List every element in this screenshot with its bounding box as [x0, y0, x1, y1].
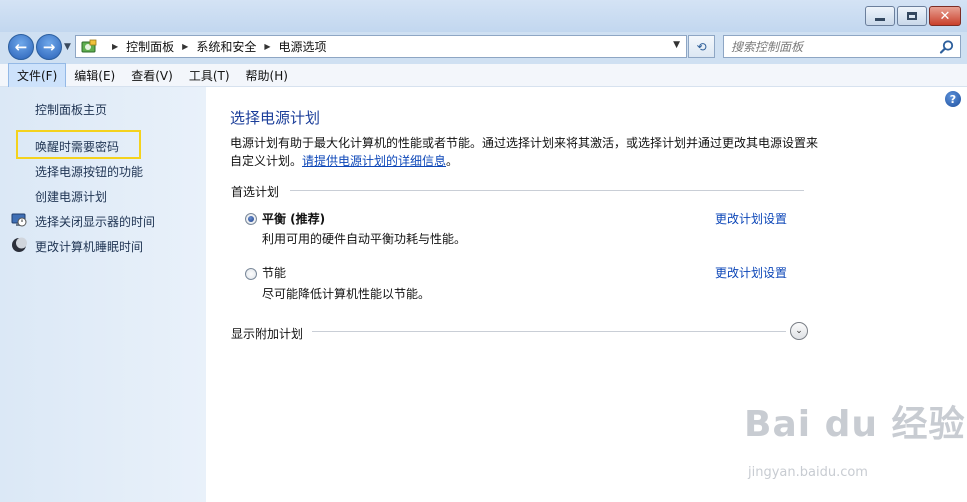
- change-plan-settings-link[interactable]: 更改计划设置: [715, 264, 787, 281]
- refresh-icon: ⟲: [696, 39, 707, 54]
- page-title: 选择电源计划: [230, 109, 321, 127]
- page-description: 电源计划有助于最大化计算机的性能或者节能。通过选择计划来将其激活，或选择计划并通…: [230, 134, 820, 170]
- plan-details-link[interactable]: 请提供电源计划的详细信息: [302, 154, 446, 168]
- section-divider: [312, 331, 786, 332]
- sidebar-item-sleep-time[interactable]: 更改计算机睡眠时间: [35, 238, 143, 255]
- left-nav-pane: 控制面板主页 唤醒时需要密码 选择电源按钮的功能 创建电源计划 选择关闭显示器的…: [0, 87, 206, 502]
- plan-power-saver-radio[interactable]: [245, 268, 257, 280]
- plan-balanced-name[interactable]: 平衡 (推荐): [262, 210, 325, 227]
- plan-balanced-radio[interactable]: [245, 213, 257, 225]
- sidebar-item-power-button[interactable]: 选择电源按钮的功能: [35, 163, 143, 180]
- address-dropdown-icon[interactable]: ▼: [673, 40, 680, 50]
- description-end: 。: [446, 154, 459, 168]
- forward-button[interactable]: →: [36, 34, 62, 60]
- menu-view[interactable]: 查看(V): [123, 64, 181, 87]
- breadcrumb-separator-icon: ▶: [112, 42, 119, 51]
- forward-arrow-icon: →: [42, 38, 56, 56]
- breadcrumb-separator-icon[interactable]: ▶: [182, 42, 188, 51]
- title-bar: ✕: [0, 0, 967, 32]
- close-button[interactable]: ✕: [929, 6, 961, 26]
- maximize-button[interactable]: [897, 6, 927, 26]
- menu-bar: 文件(F) 编辑(E) 查看(V) 工具(T) 帮助(H): [0, 62, 967, 88]
- control-panel-icon: [81, 39, 97, 52]
- back-button[interactable]: ←: [8, 34, 34, 60]
- breadcrumb-control-panel[interactable]: 控制面板: [126, 38, 174, 55]
- search-box[interactable]: [723, 35, 961, 58]
- expand-chevron-icon[interactable]: ⌄: [790, 322, 808, 340]
- menu-file[interactable]: 文件(F): [8, 62, 67, 88]
- address-bar[interactable]: ▶ 控制面板 ▶ 系统和安全 ▶ 电源选项 ▼: [75, 35, 687, 58]
- breadcrumb-separator-icon[interactable]: ▶: [264, 42, 270, 51]
- watermark-logo: Bai du 经验: [744, 404, 966, 445]
- sidebar-item-create-plan[interactable]: 创建电源计划: [35, 188, 107, 205]
- sidebar-item-home[interactable]: 控制面板主页: [35, 101, 107, 118]
- plan-power-saver-description: 尽可能降低计算机性能以节能。: [262, 287, 431, 301]
- menu-tools[interactable]: 工具(T): [181, 64, 238, 87]
- show-additional-plans-heading[interactable]: 显示附加计划: [231, 325, 303, 342]
- search-icon[interactable]: [939, 39, 955, 55]
- breadcrumb-power-options[interactable]: 电源选项: [279, 38, 327, 55]
- watermark-url: jingyan.baidu.com: [748, 465, 868, 480]
- back-arrow-icon: ←: [14, 38, 28, 56]
- plan-balanced-description: 利用可用的硬件自动平衡功耗与性能。: [262, 232, 467, 246]
- close-icon: ✕: [939, 8, 951, 24]
- navigation-bar: ← → ▼ ▶ 控制面板 ▶ 系统和安全 ▶ 电源选项 ▼ ⟲: [0, 32, 967, 62]
- sidebar-item-wake-password[interactable]: 唤醒时需要密码: [35, 138, 119, 155]
- help-icon[interactable]: ?: [945, 91, 961, 107]
- sidebar-item-display-off-time[interactable]: 选择关闭显示器的时间: [35, 213, 155, 230]
- change-plan-settings-link[interactable]: 更改计划设置: [715, 210, 787, 227]
- sleep-moon-icon: [12, 237, 27, 252]
- window-controls: ✕: [865, 6, 961, 26]
- maximize-icon: [907, 12, 917, 20]
- search-input[interactable]: [731, 39, 931, 54]
- plan-power-saver-name[interactable]: 节能: [262, 264, 286, 281]
- display-timer-icon: [11, 213, 27, 227]
- minimize-button[interactable]: [865, 6, 895, 26]
- preferred-plans-heading: 首选计划: [231, 185, 280, 199]
- minimize-icon: [875, 17, 885, 21]
- refresh-button[interactable]: ⟲: [688, 35, 715, 58]
- menu-help[interactable]: 帮助(H): [238, 64, 296, 87]
- breadcrumb-system-security[interactable]: 系统和安全: [196, 38, 256, 55]
- menu-edit[interactable]: 编辑(E): [66, 64, 123, 87]
- section-divider: [290, 190, 804, 191]
- recent-pages-dropdown[interactable]: ▼: [64, 42, 71, 52]
